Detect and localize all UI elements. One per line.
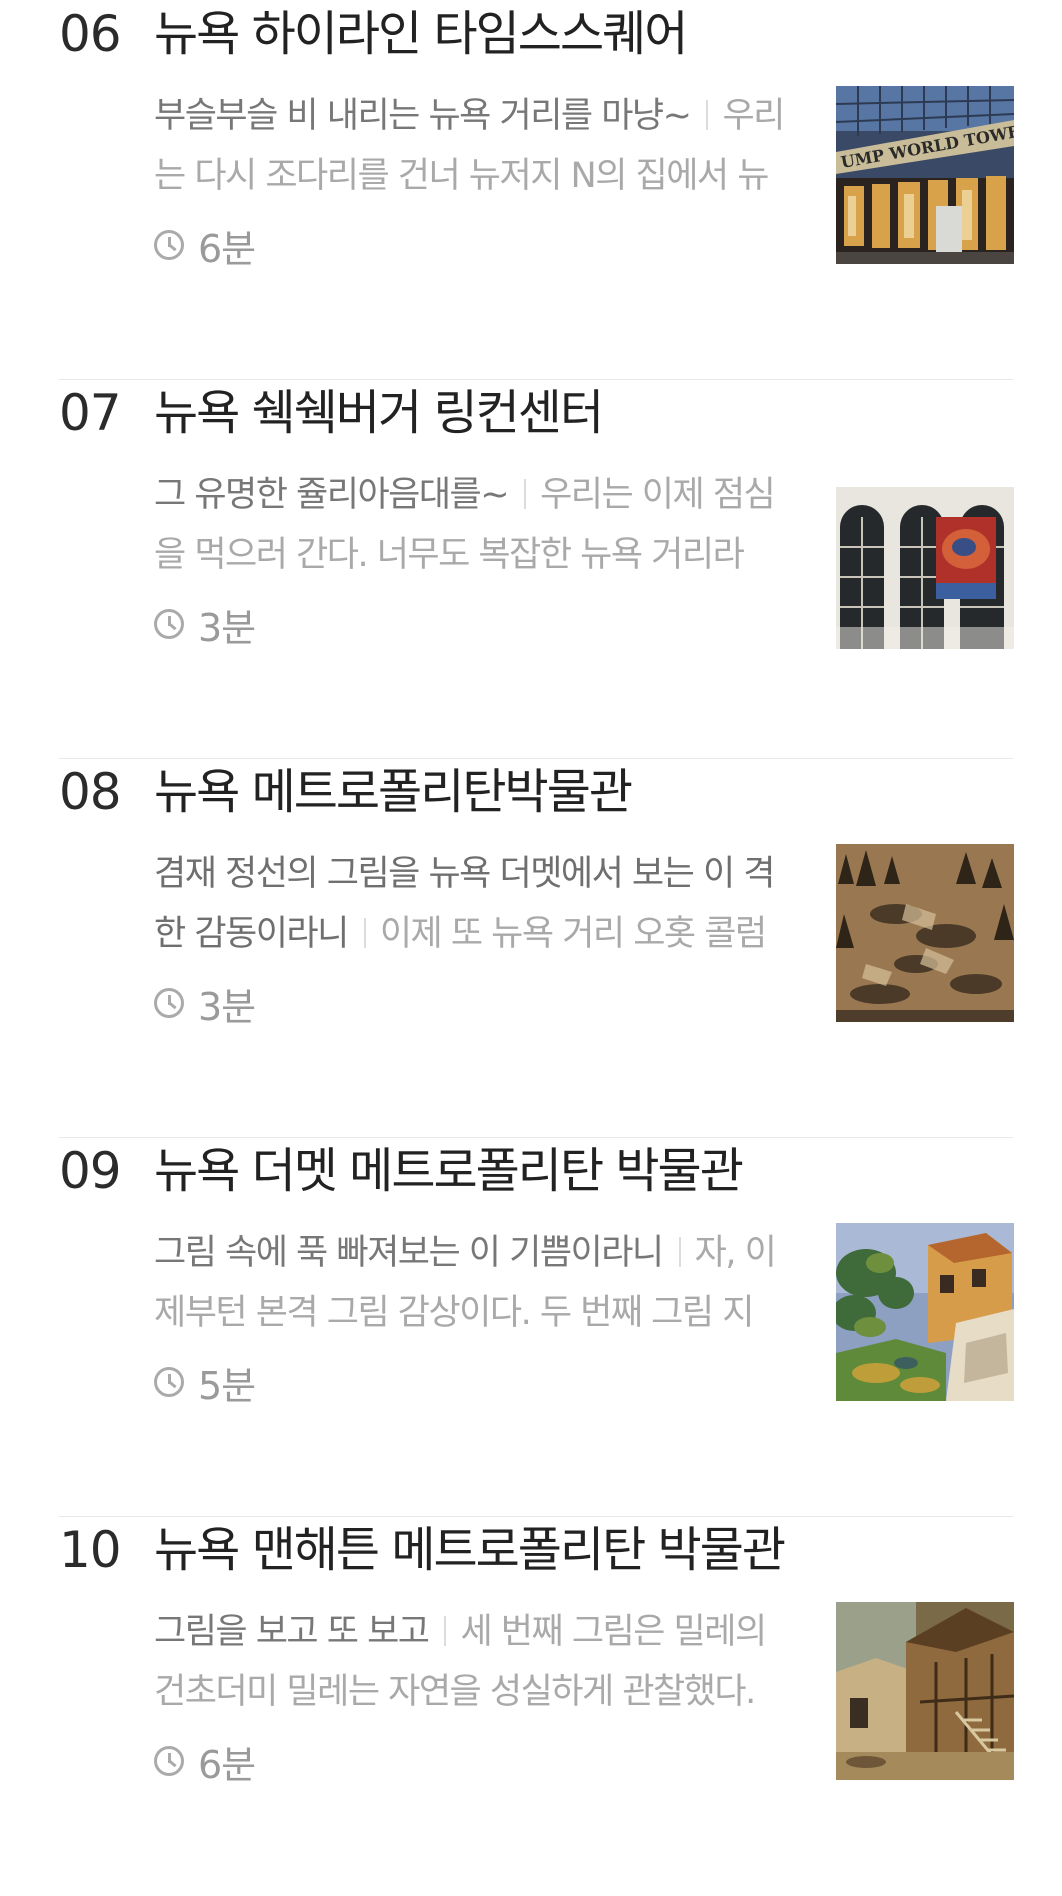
read-time-label: 5분 (198, 1363, 256, 1408)
read-time: 5분 (154, 1357, 256, 1408)
excerpt-separator (444, 1616, 447, 1646)
list-item[interactable]: 10 뉴욕 맨해튼 메트로폴리탄 박물관 그림을 보고 또 보고 세 번째 그림은… (0, 1516, 1062, 1896)
read-time-label: 3분 (198, 605, 256, 650)
article-title[interactable]: 뉴욕 쉑쉑버거 링컨센터 (154, 381, 604, 445)
article-title[interactable]: 뉴욕 맨해튼 메트로폴리탄 박물관 (154, 1518, 786, 1582)
article-thumbnail[interactable]: UMP WORLD TOWE (836, 86, 1014, 264)
read-time: 6분 (154, 1736, 256, 1787)
list-item[interactable]: 09 뉴욕 더멧 메트로폴리탄 박물관 그림 속에 푹 빠져보는 이 기쁨이라니… (0, 1137, 1062, 1517)
excerpt-separator (678, 1237, 681, 1267)
article-excerpt: 그 유명한 쥴리아음대를~ 우리는 이제 점심을 먹으러 간다. 너무도 복잡한 … (154, 465, 794, 587)
excerpt-body: 이제 또 뉴욕 거리 오홋 콜럼 (379, 914, 767, 954)
excerpt-lead: 그림을 보고 또 보고 (154, 1612, 430, 1652)
article-thumbnail[interactable] (836, 487, 1014, 649)
list-item[interactable]: 08 뉴욕 메트로폴리탄박물관 겸재 정선의 그림을 뉴욕 더멧에서 보는 이 … (0, 758, 1062, 1138)
article-number: 06 (59, 5, 122, 63)
article-excerpt: 부슬부슬 비 내리는 뉴욕 거리를 마냥~ 우리는 다시 조다리를 건너 뉴저지 … (154, 86, 794, 208)
clock-icon (154, 609, 184, 639)
article-excerpt: 그림을 보고 또 보고 세 번째 그림은 밀레의 건초더미 밀레는 자연을 성실하… (154, 1602, 794, 1724)
article-number: 10 (59, 1521, 122, 1579)
clock-icon (154, 988, 184, 1018)
list-item[interactable]: 06 뉴욕 하이라인 타임스스퀘어 부슬부슬 비 내리는 뉴욕 거리를 마냥~ 우… (0, 0, 1062, 380)
article-thumbnail[interactable] (836, 844, 1014, 1022)
article-thumbnail[interactable] (836, 1602, 1014, 1780)
read-time: 3분 (154, 978, 256, 1029)
article-thumbnail[interactable] (836, 1223, 1014, 1401)
article-number: 09 (59, 1142, 122, 1200)
article-title[interactable]: 뉴욕 더멧 메트로폴리탄 박물관 (154, 1139, 744, 1203)
read-time-label: 3분 (198, 984, 256, 1029)
excerpt-separator (363, 918, 366, 948)
article-excerpt: 겸재 정선의 그림을 뉴욕 더멧에서 보는 이 격한 감동이라니 이제 또 뉴욕 … (154, 844, 794, 966)
read-time-label: 6분 (198, 1742, 256, 1787)
read-time: 6분 (154, 220, 256, 271)
excerpt-separator (524, 479, 527, 509)
excerpt-lead: 그림 속에 푹 빠져보는 이 기쁨이라니 (154, 1233, 664, 1273)
excerpt-lead: 부슬부슬 비 내리는 뉴욕 거리를 마냥~ (154, 96, 692, 136)
clock-icon (154, 230, 184, 260)
clock-icon (154, 1746, 184, 1776)
list-item[interactable]: 07 뉴욕 쉑쉑버거 링컨센터 그 유명한 쥴리아음대를~ 우리는 이제 점심을 … (0, 379, 1062, 759)
article-number: 08 (59, 763, 122, 821)
article-title[interactable]: 뉴욕 하이라인 타임스스퀘어 (154, 2, 688, 66)
article-number: 07 (59, 384, 122, 442)
excerpt-separator (706, 100, 709, 130)
article-excerpt: 그림 속에 푹 빠져보는 이 기쁨이라니 자, 이제부턴 본격 그림 감상이다. … (154, 1223, 794, 1345)
excerpt-lead: 그 유명한 쥴리아음대를~ (154, 475, 510, 515)
read-time-label: 6분 (198, 226, 256, 271)
clock-icon (154, 1367, 184, 1397)
article-title[interactable]: 뉴욕 메트로폴리탄박물관 (154, 760, 633, 824)
read-time: 3분 (154, 599, 256, 650)
